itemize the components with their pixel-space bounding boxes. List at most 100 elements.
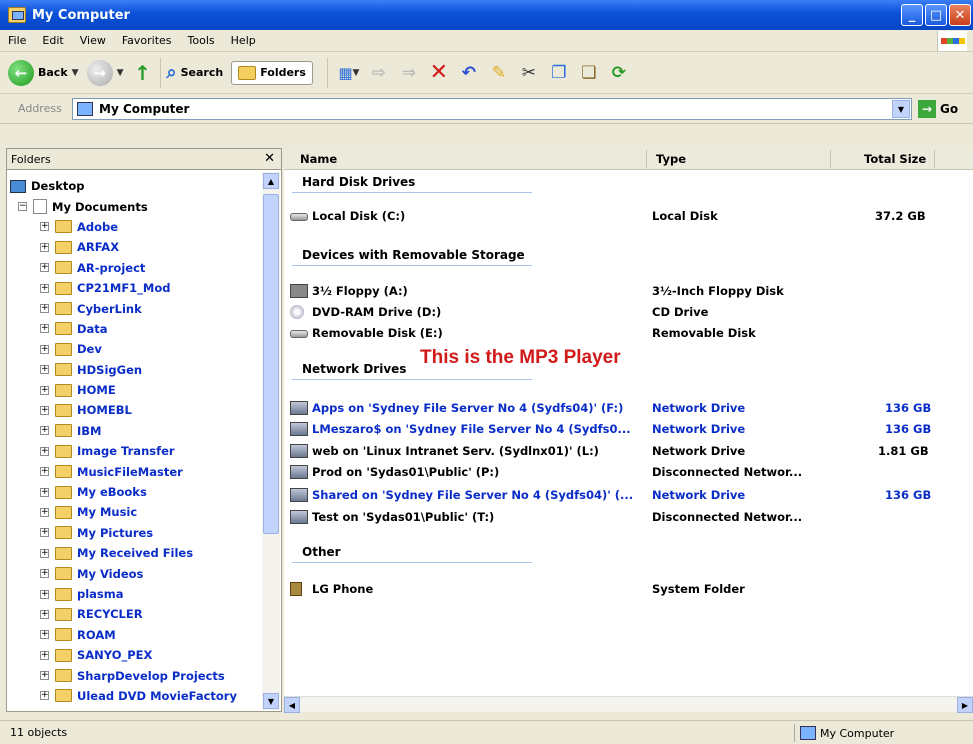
column-type[interactable]: Type	[656, 152, 686, 166]
maximize-button[interactable]: □	[925, 4, 947, 26]
copy-icon[interactable]: ❐	[548, 62, 570, 84]
tree-item[interactable]: + IBM	[10, 421, 260, 441]
up-folder-icon[interactable]: ↑	[132, 61, 154, 85]
menu-favorites[interactable]: Favorites	[114, 34, 180, 47]
address-input[interactable]: My Computer ▼	[72, 98, 912, 120]
tree-item[interactable]: + Dev	[10, 339, 260, 359]
folders-button[interactable]: Folders	[231, 60, 313, 85]
scroll-left-icon[interactable]: ◀	[284, 697, 300, 713]
expand-icon[interactable]: +	[40, 528, 49, 538]
scroll-up-icon[interactable]: ▲	[263, 173, 279, 189]
forward-button[interactable]: → ▼	[86, 59, 124, 86]
cut-icon[interactable]: ✂	[518, 62, 540, 84]
tree-item-my-documents[interactable]: − My Documents	[10, 196, 260, 216]
expand-icon[interactable]: +	[40, 304, 49, 314]
tree-item[interactable]: + MusicFileMaster	[10, 461, 260, 481]
folders-scrollbar[interactable]: ▲ ▼	[262, 172, 280, 710]
expand-icon[interactable]: +	[40, 671, 49, 681]
menu-edit[interactable]: Edit	[34, 34, 71, 47]
menu-view[interactable]: View	[72, 34, 114, 47]
expand-icon[interactable]: +	[40, 691, 49, 701]
tree-item[interactable]: + AR-project	[10, 258, 260, 278]
scroll-right-icon[interactable]: ▶	[957, 697, 973, 713]
list-item[interactable]: Test on 'Sydas01\Public' (T:) Disconnect…	[290, 508, 970, 528]
tree-item[interactable]: + HOMEBL	[10, 400, 260, 420]
expand-icon[interactable]: +	[40, 263, 49, 273]
undo-icon[interactable]: ↶	[458, 62, 480, 84]
expand-icon[interactable]: +	[40, 283, 49, 293]
tree-item[interactable]: + ROAM	[10, 625, 260, 645]
tree-item[interactable]: + Ulead DVD MovieFactory	[10, 686, 260, 706]
tree-item[interactable]: + ARFAX	[10, 237, 260, 257]
expand-icon[interactable]: +	[40, 569, 49, 579]
tree-item[interactable]: + Data	[10, 319, 260, 339]
expand-icon[interactable]: +	[40, 385, 49, 395]
column-name[interactable]: Name	[300, 152, 337, 166]
back-button[interactable]: ← Back ▼	[8, 59, 79, 86]
expand-icon[interactable]: +	[40, 630, 49, 640]
copy-to-icon[interactable]: ⇒	[398, 62, 420, 84]
list-item[interactable]: Removable Disk (E:) Removable Disk	[290, 324, 970, 344]
horizontal-scrollbar[interactable]: ◀ ▶	[284, 696, 973, 713]
list-item[interactable]: LG Phone System Folder	[290, 580, 970, 600]
tree-item[interactable]: + Image Transfer	[10, 441, 260, 461]
tree-item-desktop[interactable]: Desktop	[10, 176, 260, 196]
back-dropdown-icon[interactable]: ▼	[72, 68, 79, 78]
tree-item[interactable]: + My Received Files	[10, 543, 260, 563]
tree-item[interactable]: + My eBooks	[10, 482, 260, 502]
close-button[interactable]: ✕	[949, 4, 971, 26]
expand-icon[interactable]: +	[40, 324, 49, 334]
views-icon[interactable]: ▦ ▼	[338, 62, 360, 84]
list-item[interactable]: Shared on 'Sydney File Server No 4 (Sydf…	[290, 486, 970, 506]
list-item[interactable]: Local Disk (C:) Local Disk 37.2 GB	[290, 207, 970, 227]
tree-item[interactable]: + SharpDevelop Projects	[10, 665, 260, 685]
search-button[interactable]: ⌕ Search	[167, 62, 224, 83]
close-pane-icon[interactable]: ✕	[264, 151, 275, 166]
tree-item[interactable]: + HOME	[10, 380, 260, 400]
tree-item[interactable]: + RECYCLER	[10, 604, 260, 624]
refresh-icon[interactable]: ⟳	[608, 62, 630, 84]
list-item[interactable]: 3½ Floppy (A:) 3½-Inch Floppy Disk	[290, 282, 970, 302]
expand-icon[interactable]: +	[40, 344, 49, 354]
expand-icon[interactable]: +	[40, 222, 49, 232]
list-item[interactable]: web on 'Linux Intranet Serv. (Sydlnx01)'…	[290, 442, 970, 462]
expand-icon[interactable]: +	[40, 365, 49, 375]
expand-icon[interactable]: +	[40, 487, 49, 497]
expand-icon[interactable]: +	[40, 405, 49, 415]
tree-item[interactable]: + My Pictures	[10, 523, 260, 543]
collapse-icon[interactable]: −	[18, 202, 27, 212]
menu-help[interactable]: Help	[223, 34, 264, 47]
tree-item[interactable]: + CyberLink	[10, 298, 260, 318]
minimize-button[interactable]: _	[901, 4, 923, 26]
address-dropdown-icon[interactable]: ▼	[892, 100, 910, 118]
expand-icon[interactable]: +	[40, 507, 49, 517]
expand-icon[interactable]: +	[40, 426, 49, 436]
list-item[interactable]: LMeszaro$ on 'Sydney File Server No 4 (S…	[290, 420, 970, 440]
delete-icon[interactable]: ✕	[428, 60, 450, 85]
tree-item[interactable]: + CP21MF1_Mod	[10, 278, 260, 298]
list-item[interactable]: Prod on 'Sydas01\Public' (P:) Disconnect…	[290, 463, 970, 483]
tree-item[interactable]: + HDSigGen	[10, 360, 260, 380]
expand-icon[interactable]: +	[40, 589, 49, 599]
menu-tools[interactable]: Tools	[180, 34, 223, 47]
tree-item[interactable]: + plasma	[10, 584, 260, 604]
scroll-down-icon[interactable]: ▼	[263, 693, 279, 709]
menu-file[interactable]: File	[0, 34, 34, 47]
expand-icon[interactable]: +	[40, 242, 49, 252]
paste-icon[interactable]: ❏	[578, 62, 600, 84]
tree-item[interactable]: + My Videos	[10, 563, 260, 583]
tree-item[interactable]: + SANYO_PEX	[10, 645, 260, 665]
move-to-icon[interactable]: ⇨	[368, 62, 390, 84]
tree-item[interactable]: + My Music	[10, 502, 260, 522]
expand-icon[interactable]: +	[40, 446, 49, 456]
tree-item[interactable]: + Adobe	[10, 217, 260, 237]
expand-icon[interactable]: +	[40, 609, 49, 619]
properties-icon[interactable]: ✎	[488, 62, 510, 84]
expand-icon[interactable]: +	[40, 650, 49, 660]
forward-dropdown-icon[interactable]: ▼	[117, 68, 124, 78]
list-item[interactable]: DVD-RAM Drive (D:) CD Drive	[290, 303, 970, 323]
scrollbar-thumb[interactable]	[263, 194, 279, 534]
list-item[interactable]: Apps on 'Sydney File Server No 4 (Sydfs0…	[290, 399, 970, 419]
column-total-size[interactable]: Total Size	[864, 152, 926, 166]
expand-icon[interactable]: +	[40, 548, 49, 558]
